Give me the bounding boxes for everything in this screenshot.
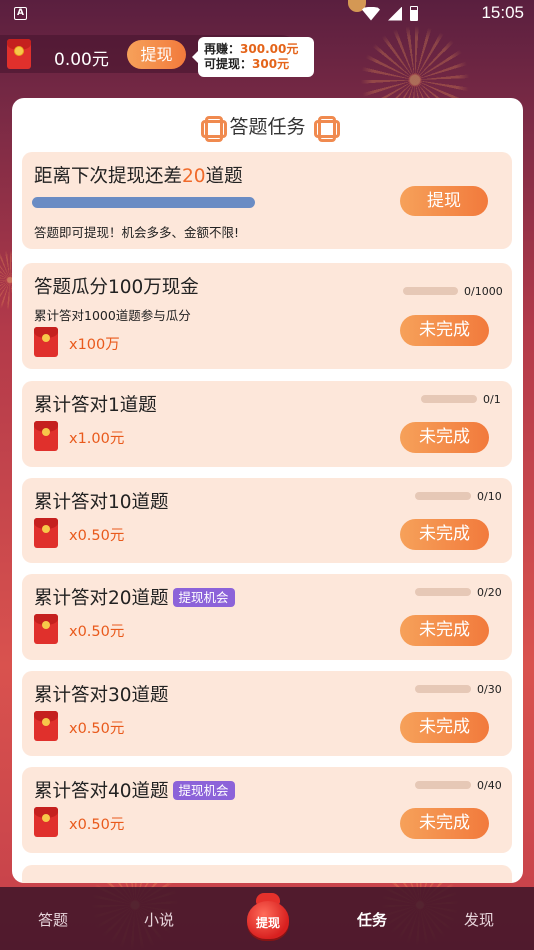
task-progress-bar — [415, 492, 471, 500]
task-reward: x1.00元 — [69, 431, 125, 447]
signal-icon — [388, 6, 402, 21]
red-packet-icon — [34, 711, 58, 741]
task-card: 答题瓜分100万现金累计答对1000道题参与瓜分 x100万 0/1000 未完成 — [22, 263, 512, 369]
tip-earn-value: 300.00元 — [240, 42, 299, 56]
panel-title-text: 答题任务 — [229, 116, 306, 138]
task-incomplete-button[interactable]: 未完成 — [400, 519, 489, 550]
task-progress-text: 0/40 — [477, 779, 502, 792]
task-title-text: 累计答对20道题 — [34, 588, 169, 609]
top-withdraw-button[interactable]: 提现 — [127, 40, 186, 69]
status-time: 15:05 — [481, 3, 524, 22]
red-packet-icon — [34, 327, 58, 357]
remaining-count: 20 — [182, 166, 206, 187]
knot-icon — [201, 116, 228, 142]
task-title-text: 累计答对10道题 — [34, 492, 169, 513]
task-progress-text: 0/1 — [483, 393, 501, 406]
tip-earn-label: 再赚： — [204, 42, 241, 56]
next-withdraw-progress — [32, 197, 255, 208]
task-card: 累计答对20道题 提现机会 x0.50元 0/20 未完成 — [22, 574, 512, 660]
red-packet-icon — [34, 807, 58, 837]
task-reward: x100万 — [69, 337, 120, 353]
nav-withdraw-label: 提现 — [255, 916, 280, 930]
task-reward: x0.50元 — [69, 721, 125, 737]
task-progress-bar — [415, 685, 471, 693]
wallet-amount: 0.00元 — [54, 50, 109, 70]
knot-icon — [313, 116, 340, 142]
task-incomplete-button[interactable]: 未完成 — [400, 808, 489, 839]
red-packet-icon — [34, 614, 58, 644]
task-progress-bar — [415, 781, 471, 789]
nav-discover[interactable]: 发现 — [464, 909, 494, 930]
task-progress-text: 0/20 — [477, 586, 502, 599]
task-card: 累计答对40道题 提现机会 x0.50元 0/40 未完成 — [22, 767, 512, 853]
nav-tasks[interactable]: 任务 — [357, 909, 387, 930]
task-title: 累计答对10道题 — [34, 488, 169, 514]
task-title-text: 答题瓜分100万现金 — [34, 277, 199, 298]
panel-title: 答题任务 — [12, 112, 523, 142]
task-subtitle: 累计答对1000道题参与瓜分 — [34, 308, 191, 323]
task-progress-text: 0/10 — [477, 490, 502, 503]
title-suffix: 道题 — [205, 166, 243, 187]
task-reward: x0.50元 — [69, 528, 125, 544]
earn-tip-bubble: 再赚：300.00元 可提现：300元 — [192, 37, 314, 77]
nav-novel[interactable]: 小说 — [144, 909, 174, 930]
wifi-icon — [362, 6, 380, 21]
task-incomplete-button[interactable]: 未完成 — [400, 315, 489, 346]
tip-withdrawable-value: 300元 — [252, 57, 290, 71]
task-title-text: 累计答对40道题 — [34, 781, 169, 802]
status-bar: A 15:05 — [0, 0, 534, 28]
tip-withdrawable-label: 可提现： — [204, 57, 253, 71]
nav-answer[interactable]: 答题 — [38, 909, 68, 930]
next-withdraw-title: 距离下次提现还差20道题 — [34, 162, 243, 188]
task-card — [22, 865, 512, 883]
notification-a-icon: A — [14, 7, 27, 20]
task-reward: x0.50元 — [69, 817, 125, 833]
task-card: 累计答对1道题 x1.00元 0/1 未完成 — [22, 381, 512, 467]
task-title: 累计答对1道题 — [34, 391, 157, 417]
task-title: 累计答对40道题 提现机会 — [34, 777, 235, 803]
task-progress-text: 0/1000 — [464, 285, 503, 298]
next-withdraw-card: 距离下次提现还差20道题 答题即可提现！机会多多、金额不限! 提现 — [22, 152, 512, 249]
task-incomplete-button[interactable]: 未完成 — [400, 422, 489, 453]
title-prefix: 距离下次提现还差 — [34, 166, 183, 187]
battery-icon — [410, 6, 418, 21]
task-progress-bar — [403, 287, 458, 295]
red-packet-icon — [34, 518, 58, 548]
task-incomplete-button[interactable]: 未完成 — [400, 615, 489, 646]
task-progress-text: 0/30 — [477, 683, 502, 696]
red-packet-icon — [34, 421, 58, 451]
task-reward: x0.50元 — [69, 624, 125, 640]
task-title-text: 累计答对30道题 — [34, 685, 169, 706]
next-withdraw-subtitle: 答题即可提现！机会多多、金额不限! — [34, 225, 240, 240]
task-title: 累计答对30道题 — [34, 681, 169, 707]
withdraw-button[interactable]: 提现 — [400, 186, 488, 216]
task-card: 累计答对30道题 x0.50元 0/30 未完成 — [22, 671, 512, 756]
red-packet-icon — [7, 39, 31, 69]
task-title: 答题瓜分100万现金 — [34, 273, 199, 299]
task-title-text: 累计答对1道题 — [34, 395, 157, 416]
task-panel: 答题任务 距离下次提现还差20道题 答题即可提现！机会多多、金额不限! 提现 答… — [12, 98, 523, 883]
task-incomplete-button[interactable]: 未完成 — [400, 712, 489, 743]
task-card: 累计答对10道题 x0.50元 0/10 未完成 — [22, 478, 512, 563]
status-icons — [362, 6, 418, 21]
task-progress-bar — [421, 395, 477, 403]
task-title: 累计答对20道题 提现机会 — [34, 584, 235, 610]
withdraw-chance-badge: 提现机会 — [172, 588, 235, 607]
withdraw-chance-badge: 提现机会 — [172, 781, 235, 800]
nav-withdraw-bag[interactable]: 提现 — [244, 893, 292, 941]
task-progress-bar — [415, 588, 471, 596]
